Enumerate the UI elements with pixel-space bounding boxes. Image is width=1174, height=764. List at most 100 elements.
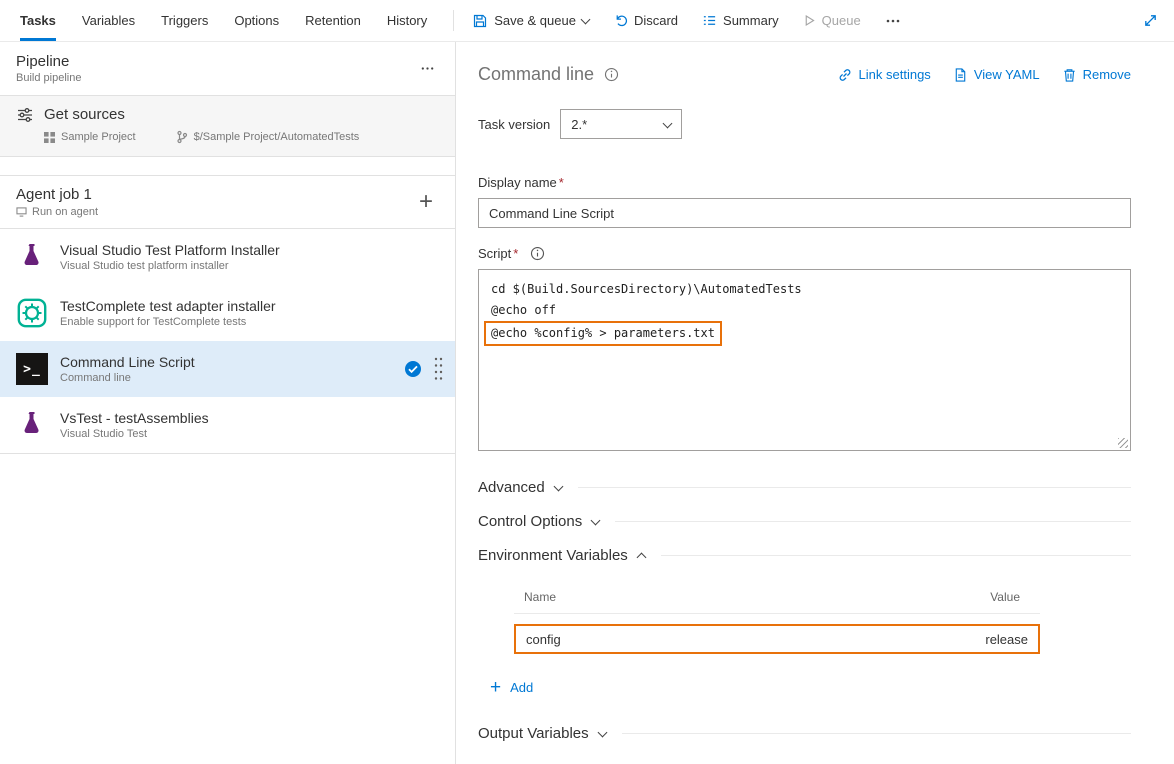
- trash-icon: [1062, 67, 1077, 83]
- tab-label: Retention: [305, 13, 361, 28]
- ellipsis-icon: [885, 13, 901, 29]
- advanced-label: Advanced: [478, 479, 545, 496]
- tab-label: Tasks: [20, 13, 56, 28]
- view-yaml-button[interactable]: View YAML: [953, 67, 1040, 83]
- tab-variables[interactable]: Variables: [82, 0, 135, 41]
- display-name-input[interactable]: [478, 198, 1131, 228]
- tab-label: Options: [234, 13, 279, 28]
- pipeline-titles: Pipeline Build pipeline: [16, 53, 81, 84]
- tab-retention[interactable]: Retention: [305, 0, 361, 41]
- agent-job-subtitle-row: Run on agent: [16, 206, 98, 218]
- env-col-name-header: Name: [524, 590, 556, 604]
- task-item-command-line-script[interactable]: >_ Command Line Script Command line: [0, 341, 455, 397]
- remove-button[interactable]: Remove: [1062, 67, 1131, 83]
- task-text: TestComplete test adapter installer Enab…: [60, 298, 445, 328]
- script-label-row: Script*: [478, 246, 1131, 261]
- tab-tasks[interactable]: Tasks: [20, 0, 56, 41]
- resize-handle[interactable]: [1118, 438, 1128, 448]
- required-asterisk: *: [559, 175, 564, 190]
- save-and-queue-button[interactable]: Save & queue: [472, 13, 589, 29]
- required-asterisk: *: [513, 246, 518, 261]
- tab-history[interactable]: History: [387, 0, 427, 41]
- more-actions-button[interactable]: [885, 13, 901, 29]
- pipeline-sidebar: Pipeline Build pipeline Get sources: [0, 42, 456, 764]
- selected-check-icon: [404, 360, 422, 378]
- add-label: Add: [510, 680, 533, 695]
- task-subtitle: Command line: [60, 372, 404, 384]
- script-line: @echo %config% > parameters.txt: [491, 321, 1118, 346]
- add-variable-button[interactable]: + Add: [490, 678, 533, 697]
- agent-icon: [16, 207, 27, 217]
- env-name-value[interactable]: config: [526, 632, 561, 647]
- tab-label: Variables: [82, 13, 135, 28]
- task-version-dropdown[interactable]: 2.*: [560, 109, 682, 139]
- ellipsis-icon: [420, 61, 435, 76]
- summary-label: Summary: [723, 13, 779, 28]
- queue-button[interactable]: Queue: [803, 13, 861, 28]
- environment-variables-label: Environment Variables: [478, 547, 628, 564]
- task-title: Command Line Script: [60, 354, 404, 370]
- link-settings-label: Link settings: [859, 67, 931, 82]
- task-item-vstest-assemblies[interactable]: VsTest - testAssemblies Visual Studio Te…: [0, 397, 455, 454]
- link-settings-button[interactable]: Link settings: [837, 67, 931, 83]
- task-item-vstest-platform-installer[interactable]: Visual Studio Test Platform Installer Vi…: [0, 229, 455, 285]
- task-settings-panel: Command line Link settings View YAML: [456, 42, 1174, 764]
- task-item-testcomplete-adapter[interactable]: TestComplete test adapter installer Enab…: [0, 285, 455, 341]
- env-value-value[interactable]: release: [985, 632, 1028, 647]
- control-options-label: Control Options: [478, 513, 582, 530]
- task-title: Visual Studio Test Platform Installer: [60, 242, 445, 258]
- pipeline-subtitle: Build pipeline: [16, 72, 81, 84]
- env-variable-row[interactable]: config release: [514, 624, 1040, 654]
- task-text: VsTest - testAssemblies Visual Studio Te…: [60, 410, 445, 440]
- chevron-down-icon: [597, 728, 607, 738]
- testcomplete-icon: [16, 297, 48, 329]
- project-name: Sample Project: [61, 131, 136, 143]
- link-icon: [837, 67, 853, 83]
- agent-job-header[interactable]: Agent job 1 Run on agent +: [0, 175, 455, 229]
- fullscreen-expand-button[interactable]: [1143, 0, 1158, 41]
- section-environment-variables[interactable]: Environment Variables: [478, 547, 1131, 564]
- script-label-text: Script*: [478, 246, 518, 261]
- get-sources-item[interactable]: Get sources Sample Project $/Sample Proj…: [0, 96, 455, 157]
- discard-button[interactable]: Discard: [613, 13, 678, 28]
- task-panel-header: Command line Link settings View YAML: [478, 64, 1131, 85]
- queue-label: Queue: [822, 13, 861, 28]
- repo-path: $/Sample Project/AutomatedTests: [194, 131, 360, 143]
- section-advanced[interactable]: Advanced: [478, 479, 1131, 496]
- pipeline-header: Pipeline Build pipeline: [0, 42, 455, 96]
- command-bar: Save & queue Discard Summary Queue: [472, 0, 900, 41]
- tab-options[interactable]: Options: [234, 0, 279, 41]
- section-control-options[interactable]: Control Options: [478, 513, 1131, 530]
- info-icon[interactable]: [604, 67, 619, 82]
- environment-variables-table: Name Value config release: [514, 590, 1040, 654]
- pipeline-more-button[interactable]: [416, 57, 439, 80]
- task-panel-actions: Link settings View YAML Remove: [837, 67, 1131, 83]
- expand-icon: [1143, 13, 1158, 28]
- script-label: Script: [478, 246, 511, 261]
- section-divider: [622, 733, 1131, 734]
- chevron-down-icon: [663, 118, 673, 128]
- chevron-up-icon: [636, 553, 646, 563]
- info-icon[interactable]: [530, 246, 545, 261]
- terminal-icon: >_: [16, 353, 48, 385]
- get-sources-label: Get sources: [44, 106, 125, 123]
- tab-triggers[interactable]: Triggers: [161, 0, 208, 41]
- agent-job-title: Agent job 1: [16, 186, 98, 203]
- summary-button[interactable]: Summary: [702, 13, 779, 28]
- tab-label: History: [387, 13, 427, 28]
- task-type-title: Command line: [478, 64, 594, 85]
- branch-icon: [176, 130, 188, 144]
- task-version-row: Task version 2.*: [478, 109, 1131, 139]
- project-icon: [44, 132, 55, 143]
- task-version-value: 2.*: [571, 117, 587, 132]
- drag-handle-icon[interactable]: [434, 356, 443, 382]
- queue-icon: [803, 14, 816, 27]
- pipeline-tabs: Tasks Variables Triggers Options Retenti…: [20, 0, 427, 41]
- section-output-variables[interactable]: Output Variables: [478, 725, 1131, 742]
- task-subtitle: Enable support for TestComplete tests: [60, 316, 445, 328]
- env-col-value-header: Value: [990, 590, 1020, 604]
- add-task-button[interactable]: +: [413, 190, 439, 214]
- agent-job-titles: Agent job 1 Run on agent: [16, 186, 98, 218]
- script-editor[interactable]: cd $(Build.SourcesDirectory)\AutomatedTe…: [478, 269, 1131, 451]
- section-divider: [578, 487, 1131, 488]
